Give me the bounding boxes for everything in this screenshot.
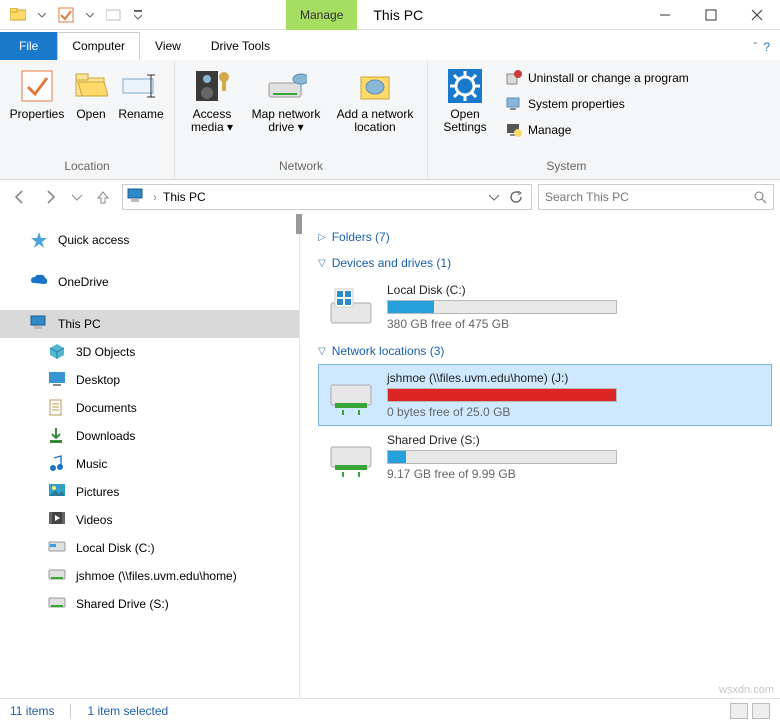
qat-dropdown-2[interactable] [80, 4, 100, 26]
tab-drive-tools[interactable]: Drive Tools [196, 32, 285, 60]
ribbon-help: ˆ ? [743, 34, 780, 60]
address-bar[interactable]: › This PC [122, 184, 532, 210]
up-button[interactable] [90, 184, 116, 210]
drive-network-j[interactable]: jshmoe (\\files.uvm.edu\home) (J:) 0 byt… [318, 364, 772, 426]
ribbon-group-label-system: System [434, 157, 699, 175]
group-folders[interactable]: ▷Folders (7) [318, 224, 772, 250]
chevron-down-icon: ▽ [318, 346, 326, 357]
nav-videos[interactable]: Videos [0, 506, 299, 534]
drive-name: Shared Drive (S:) [387, 433, 617, 447]
network-drive-icon [327, 373, 375, 417]
drive-name: Local Disk (C:) [387, 283, 617, 297]
contextual-tab-manage: Manage [286, 0, 357, 30]
nav-net-drive-s[interactable]: Shared Drive (S:) [0, 590, 299, 618]
properties-check-icon[interactable] [56, 4, 76, 26]
title-bar: Manage This PC [0, 0, 780, 30]
content-pane[interactable]: ▷Folders (7) ▽Devices and drives (1) Loc… [300, 214, 780, 698]
address-bar-row: › This PC Search This PC [0, 180, 780, 214]
explorer-icon[interactable] [8, 4, 28, 26]
drive-name: jshmoe (\\files.uvm.edu\home) (J:) [387, 371, 617, 385]
tab-file[interactable]: File [0, 32, 57, 60]
ribbon-group-system: Open Settings Uninstall or change a prog… [428, 60, 705, 179]
address-dropdown[interactable] [483, 185, 505, 209]
minimize-button[interactable] [642, 0, 688, 30]
usage-bar [387, 450, 617, 464]
qat-dropdown-1[interactable] [32, 4, 52, 26]
system-properties-button[interactable]: System properties [502, 94, 693, 114]
nav-quick-access[interactable]: Quick access [0, 226, 299, 254]
help-icon[interactable]: ? [763, 40, 770, 54]
drive-free-text: 0 bytes free of 25.0 GB [387, 405, 617, 419]
open-settings-button[interactable]: Open Settings [434, 64, 496, 136]
manage-button[interactable]: Manage [502, 120, 693, 140]
ribbon-group-network: Access media ▾ Map network drive ▾ Add a… [175, 60, 428, 179]
nav-this-pc[interactable]: This PC [0, 310, 299, 338]
splitter-handle[interactable] [296, 214, 302, 234]
map-drive-button[interactable]: Map network drive ▾ [243, 64, 329, 136]
status-bar: 11 items 1 item selected [0, 698, 780, 722]
forward-button[interactable] [38, 184, 64, 210]
main-area: Quick access OneDrive This PC 3D Objects… [0, 214, 780, 698]
drive-free-text: 9.17 GB free of 9.99 GB [387, 467, 617, 481]
window-title: This PC [373, 7, 423, 23]
close-button[interactable] [734, 0, 780, 30]
nav-local-disk-c[interactable]: Local Disk (C:) [0, 534, 299, 562]
refresh-button[interactable] [505, 185, 527, 209]
back-button[interactable] [6, 184, 32, 210]
breadcrumb-this-pc[interactable]: This PC [163, 190, 206, 204]
nav-3d-objects[interactable]: 3D Objects [0, 338, 299, 366]
chevron-right-icon: ▷ [318, 232, 326, 243]
access-media-button[interactable]: Access media ▾ [181, 64, 243, 136]
window-controls [642, 0, 780, 30]
properties-button[interactable]: Properties [6, 64, 68, 123]
ribbon-group-label-location: Location [6, 157, 168, 175]
watermark: wsxdn.com [719, 684, 774, 696]
status-selection-count: 1 item selected [87, 704, 168, 718]
nav-documents[interactable]: Documents [0, 394, 299, 422]
usage-bar [387, 388, 617, 402]
open-button[interactable]: Open [68, 64, 114, 123]
nav-pictures[interactable]: Pictures [0, 478, 299, 506]
rename-button[interactable]: Rename [114, 64, 168, 123]
tab-view[interactable]: View [140, 32, 196, 60]
details-view-button[interactable] [730, 703, 748, 719]
network-drive-icon [327, 435, 375, 479]
add-network-location-button[interactable]: Add a network location [329, 64, 421, 136]
chevron-down-icon: ▽ [318, 258, 326, 269]
pc-icon [127, 188, 145, 206]
new-folder-icon[interactable] [104, 4, 124, 26]
group-network-locations[interactable]: ▽Network locations (3) [318, 338, 772, 364]
qat-customize[interactable] [128, 4, 148, 26]
uninstall-button[interactable]: Uninstall or change a program [502, 68, 693, 88]
nav-desktop[interactable]: Desktop [0, 366, 299, 394]
drive-local-c[interactable]: Local Disk (C:) 380 GB free of 475 GB [318, 276, 772, 338]
search-placeholder: Search This PC [545, 190, 629, 204]
tiles-view-button[interactable] [752, 703, 770, 719]
ribbon: Properties Open Rename Location Access m… [0, 60, 780, 180]
drive-free-text: 380 GB free of 475 GB [387, 317, 617, 331]
view-switcher [730, 703, 770, 719]
collapse-ribbon-icon[interactable]: ˆ [753, 40, 757, 54]
quick-access-toolbar [0, 4, 156, 26]
usage-bar [387, 300, 617, 314]
tab-computer[interactable]: Computer [57, 32, 140, 60]
drive-icon [327, 285, 375, 329]
breadcrumb-chevron[interactable]: › [153, 190, 157, 204]
ribbon-tabs: File Computer View Drive Tools ˆ ? [0, 30, 780, 60]
search-icon [753, 190, 767, 204]
search-box[interactable]: Search This PC [538, 184, 774, 210]
nav-music[interactable]: Music [0, 450, 299, 478]
drive-network-s[interactable]: Shared Drive (S:) 9.17 GB free of 9.99 G… [318, 426, 772, 488]
recent-dropdown[interactable] [70, 184, 84, 210]
nav-onedrive[interactable]: OneDrive [0, 268, 299, 296]
ribbon-group-label-network: Network [181, 157, 421, 175]
maximize-button[interactable] [688, 0, 734, 30]
separator [70, 704, 71, 718]
group-devices-drives[interactable]: ▽Devices and drives (1) [318, 250, 772, 276]
ribbon-group-location: Properties Open Rename Location [0, 60, 175, 179]
navigation-pane[interactable]: Quick access OneDrive This PC 3D Objects… [0, 214, 300, 698]
nav-net-drive-j[interactable]: jshmoe (\\files.uvm.edu\home) [0, 562, 299, 590]
status-item-count: 11 items [10, 704, 54, 718]
nav-downloads[interactable]: Downloads [0, 422, 299, 450]
